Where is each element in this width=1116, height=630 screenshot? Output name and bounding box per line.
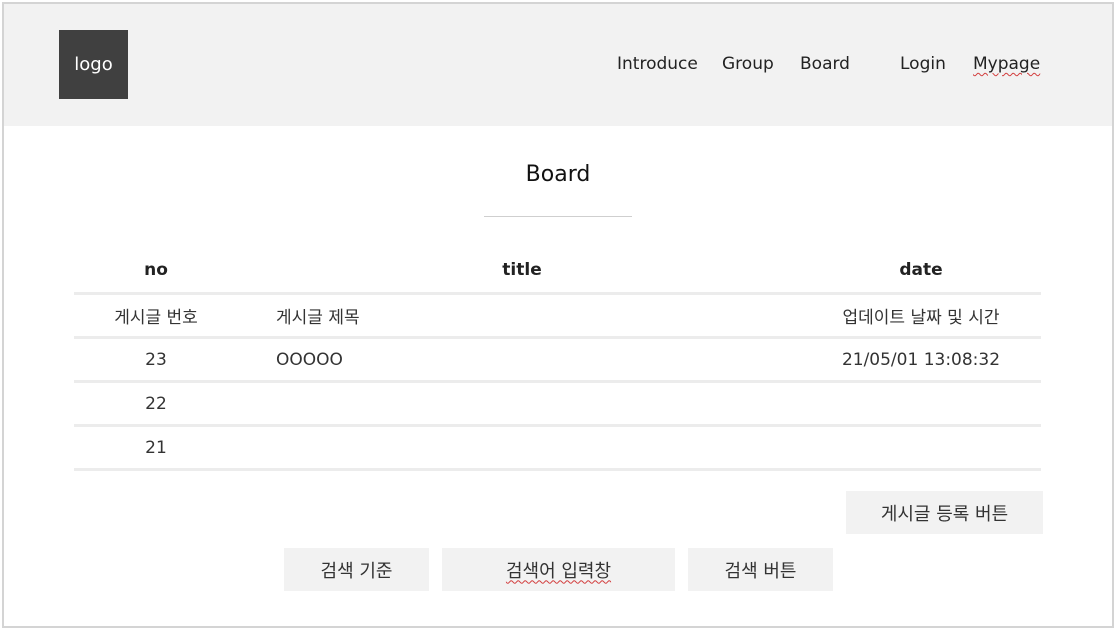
search-input[interactable]: 검색어 입력창: [442, 548, 675, 591]
logo[interactable]: logo: [59, 30, 128, 99]
row-date: [816, 427, 1026, 468]
search-button[interactable]: 검색 버튼: [688, 548, 833, 591]
nav-mypage[interactable]: Mypage: [973, 52, 1040, 76]
row-no: 23: [145, 349, 167, 370]
table-row[interactable]: 23 OOOOO 21/05/01 13:08:32: [74, 339, 1041, 383]
nav-group[interactable]: Group: [722, 52, 774, 76]
row-date: 업데이트 날짜 및 시간: [842, 308, 1000, 328]
table-row[interactable]: 21: [74, 427, 1041, 471]
board-table: no title date 게시글 번호 게시글 제목 업데이트 날짜 및 시간…: [74, 248, 1041, 471]
page-frame: logo Introduce Group Board Login Mypage …: [2, 2, 1114, 628]
title-divider: [484, 216, 632, 217]
row-date: [816, 383, 1026, 424]
nav-introduce[interactable]: Introduce: [617, 52, 698, 76]
search-criteria-select[interactable]: 검색 기준: [284, 548, 429, 591]
row-title[interactable]: [276, 427, 766, 468]
row-no: 21: [145, 437, 167, 458]
row-title[interactable]: 게시글 제목: [276, 295, 766, 336]
register-post-button[interactable]: 게시글 등록 버튼: [846, 491, 1043, 534]
table-row[interactable]: 22: [74, 383, 1041, 427]
row-no: 게시글 번호: [114, 308, 198, 328]
column-header-title: title: [502, 260, 542, 280]
column-header-date: date: [899, 260, 943, 280]
nav-board[interactable]: Board: [800, 52, 850, 76]
column-header-no: no: [144, 260, 168, 280]
row-no: 22: [145, 393, 167, 414]
page-title: Board: [525, 162, 591, 187]
table-row[interactable]: 게시글 번호 게시글 제목 업데이트 날짜 및 시간: [74, 295, 1041, 339]
row-date: 21/05/01 13:08:32: [841, 349, 1001, 370]
nav-login[interactable]: Login: [900, 52, 946, 76]
row-title[interactable]: OOOOO: [276, 339, 766, 380]
register-post-button-label: 게시글 등록 버튼: [880, 503, 1009, 525]
row-title[interactable]: [276, 383, 766, 424]
site-header: logo Introduce Group Board Login Mypage: [4, 4, 1112, 126]
search-input-label: 검색어 입력창: [505, 560, 612, 582]
table-header-row: no title date: [74, 248, 1041, 295]
